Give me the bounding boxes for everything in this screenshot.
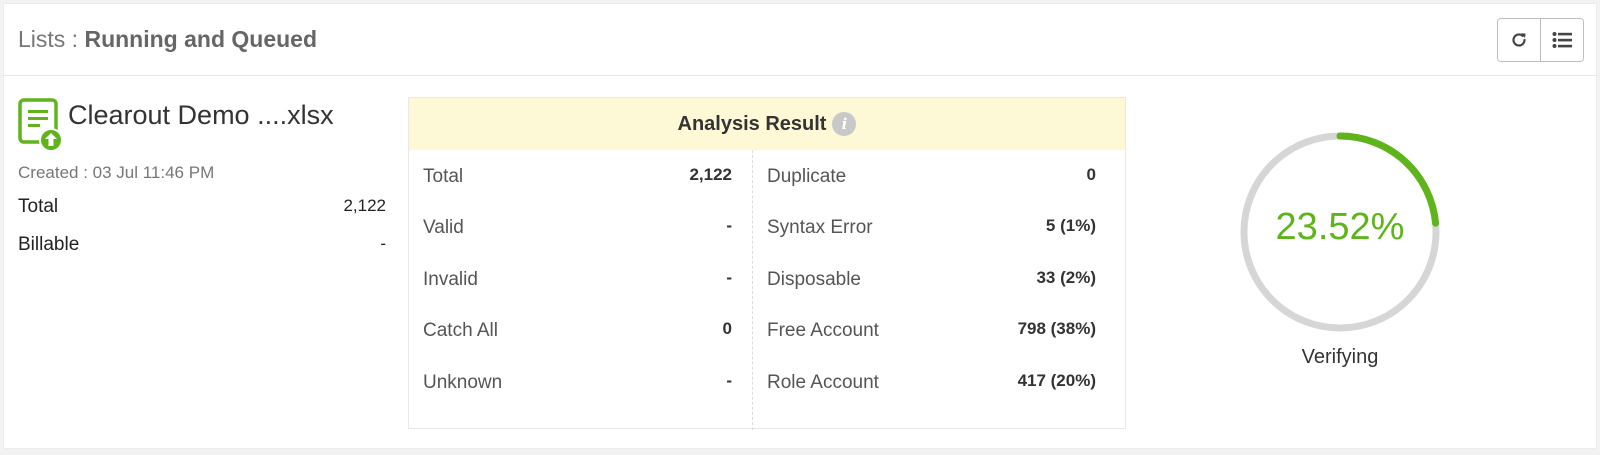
analysis-result-box: Analysis Result i Total 2,122 Valid - In…	[408, 97, 1126, 430]
stat-value: -	[380, 234, 386, 253]
row-value: -	[726, 371, 732, 390]
refresh-icon	[1512, 33, 1526, 47]
header-button-group	[1497, 18, 1584, 62]
row-value: 0	[1086, 165, 1096, 184]
row-label: Role Account	[767, 372, 879, 393]
row-value: 417 (20%)	[1017, 371, 1096, 390]
column-divider	[752, 150, 753, 430]
row-label: Unknown	[423, 372, 503, 393]
title-text: Running and Queued	[84, 26, 318, 52]
page-title: Lists : Running and Queued	[18, 26, 317, 53]
row-label: Total	[423, 166, 464, 187]
list-panel: Lists : Running and Queued Clearout Demo…	[3, 3, 1597, 449]
row-label: Invalid	[423, 269, 478, 290]
row-label: Disposable	[767, 269, 861, 290]
row-value: 2,122	[689, 165, 732, 184]
list-view-button[interactable]	[1540, 19, 1583, 61]
row-label: Catch All	[423, 320, 498, 341]
progress-status: Verifying	[1301, 346, 1379, 368]
analysis-header: Analysis Result i	[409, 98, 1125, 150]
row-value: -	[726, 216, 732, 235]
refresh-button[interactable]	[1498, 19, 1540, 61]
row-value: 798 (38%)	[1017, 319, 1096, 338]
row-label: Valid	[423, 217, 464, 238]
row-value: 33 (2%)	[1036, 268, 1096, 287]
row-value: 0	[722, 319, 732, 338]
created-date: Created : 03 Jul 11:46 PM	[18, 163, 215, 182]
stat-label: Total	[18, 196, 59, 217]
row-label: Syntax Error	[767, 217, 873, 238]
list-icon	[1552, 32, 1572, 48]
file-name[interactable]: Clearout Demo ....xlsx	[68, 100, 334, 131]
row-label: Duplicate	[767, 166, 847, 187]
analysis-title: Analysis Result	[677, 112, 827, 135]
progress-percent: 23.52%	[1275, 206, 1405, 248]
row-label: Free Account	[767, 320, 879, 341]
title-prefix: Lists :	[18, 26, 85, 52]
panel-header: Lists : Running and Queued	[4, 4, 1596, 76]
info-icon[interactable]: i	[832, 112, 857, 136]
file-upload-icon	[18, 98, 63, 152]
row-value: 5 (1%)	[1045, 216, 1096, 235]
stat-label: Billable	[18, 234, 80, 255]
row-value: -	[726, 268, 732, 287]
stat-value: 2,122	[343, 196, 386, 215]
